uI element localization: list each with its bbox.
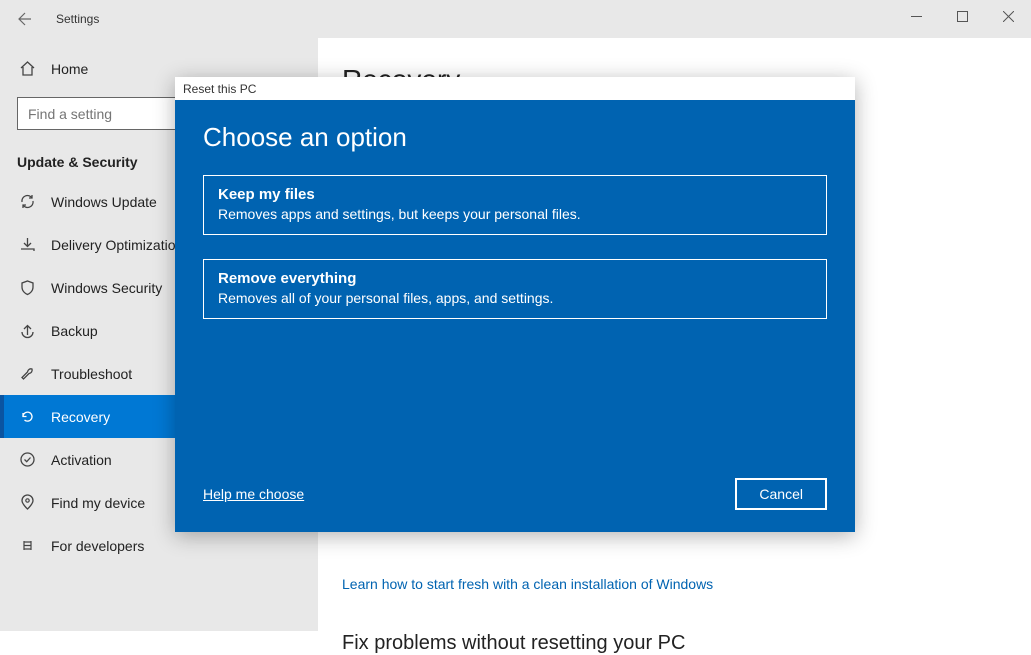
location-icon <box>17 494 37 511</box>
option-desc: Removes all of your personal files, apps… <box>218 290 812 306</box>
fresh-install-link[interactable]: Learn how to start fresh with a clean in… <box>342 576 1007 592</box>
nav-item-label: Recovery <box>51 409 110 425</box>
dialog-heading: Choose an option <box>203 122 827 153</box>
option-title: Keep my files <box>218 186 812 203</box>
option-title: Remove everything <box>218 270 812 287</box>
nav-item-label: Windows Update <box>51 194 157 210</box>
download-icon <box>17 236 37 253</box>
minimize-button[interactable] <box>893 0 939 32</box>
home-label: Home <box>51 61 88 77</box>
check-circle-icon <box>17 451 37 468</box>
recovery-icon <box>17 408 37 425</box>
nav-item-label: Find my device <box>51 495 145 511</box>
nav-item-label: Windows Security <box>51 280 162 296</box>
titlebar: Settings <box>0 0 1031 38</box>
wrench-icon <box>17 365 37 382</box>
maximize-button[interactable] <box>939 0 985 32</box>
option-remove-everything[interactable]: Remove everything Removes all of your pe… <box>203 259 827 319</box>
sync-icon <box>17 193 37 210</box>
nav-item-label: Backup <box>51 323 98 339</box>
option-keep-files[interactable]: Keep my files Removes apps and settings,… <box>203 175 827 235</box>
nav-item-label: Delivery Optimization <box>51 237 183 253</box>
app-title: Settings <box>56 12 99 26</box>
nav-item-label: Troubleshoot <box>51 366 132 382</box>
shield-icon <box>17 279 37 296</box>
back-button[interactable] <box>12 7 36 31</box>
developer-icon <box>17 537 37 554</box>
dialog-titlebar: Reset this PC <box>175 77 855 100</box>
window-controls <box>893 0 1031 38</box>
nav-item-label: Activation <box>51 452 112 468</box>
nav-item-label: For developers <box>51 538 144 554</box>
help-me-choose-link[interactable]: Help me choose <box>203 486 304 502</box>
backup-icon <box>17 322 37 339</box>
home-icon <box>17 60 37 77</box>
cancel-button[interactable]: Cancel <box>735 478 827 510</box>
reset-pc-dialog: Reset this PC Choose an option Keep my f… <box>175 77 855 532</box>
close-button[interactable] <box>985 0 1031 32</box>
option-desc: Removes apps and settings, but keeps you… <box>218 206 812 222</box>
subheading: Fix problems without resetting your PC <box>342 632 1007 655</box>
